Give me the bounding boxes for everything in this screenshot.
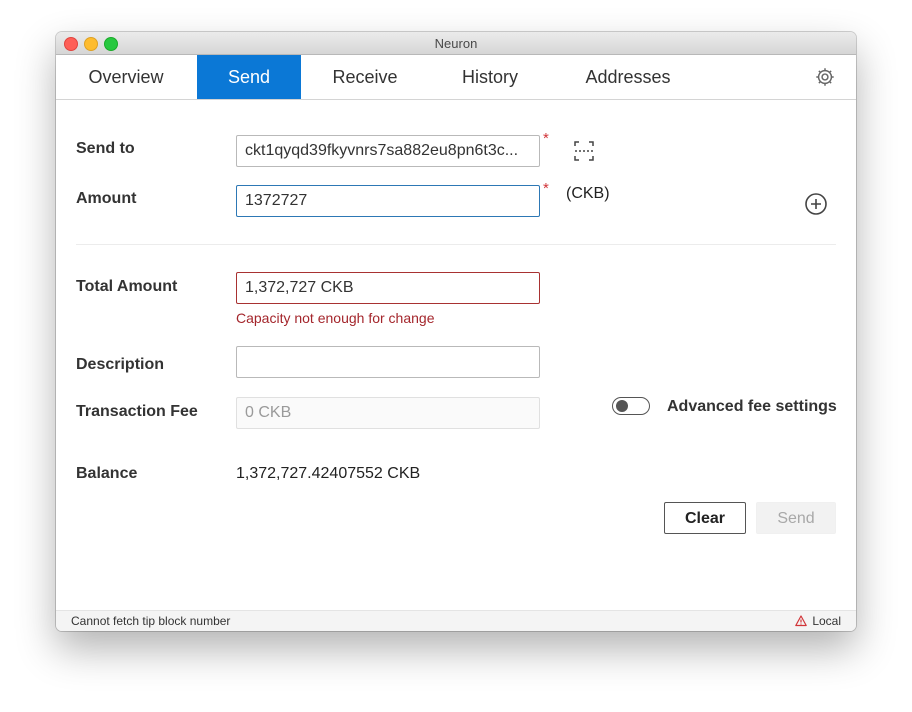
total-amount-label: Total Amount (76, 278, 178, 295)
tab-receive[interactable]: Receive (315, 55, 415, 99)
status-message: Cannot fetch tip block number (71, 614, 231, 628)
tab-overview[interactable]: Overview (69, 55, 183, 99)
total-amount-field: 1,372,727 CKB (236, 272, 540, 304)
total-amount-error: Capacity not enough for change (236, 310, 435, 326)
required-marker: * (543, 130, 549, 147)
app-window: Neuron Overview Send Receive History Add… (56, 32, 856, 631)
advanced-fee-toggle[interactable] (612, 397, 650, 415)
send-to-label: Send to (76, 140, 135, 157)
amount-input[interactable]: 1372727 (236, 185, 540, 217)
description-input[interactable] (236, 346, 540, 378)
gear-icon[interactable] (814, 66, 836, 88)
advanced-fee-label: Advanced fee settings (667, 398, 837, 415)
tab-history[interactable]: History (446, 55, 534, 99)
description-label: Description (76, 356, 165, 373)
tab-addresses[interactable]: Addresses (572, 55, 684, 99)
plus-circle-icon[interactable] (804, 192, 828, 216)
required-marker: * (543, 180, 549, 197)
balance-value: 1,372,727.42407552 CKB (236, 465, 421, 482)
scan-icon[interactable] (572, 139, 596, 163)
network-label: Local (812, 614, 841, 628)
main-navigation: Overview Send Receive History Addresses (56, 55, 856, 100)
warning-icon (795, 615, 808, 627)
status-bar: Cannot fetch tip block number Local (56, 610, 856, 631)
transaction-fee-label: Transaction Fee (76, 403, 198, 420)
send-to-address-input[interactable]: ckt1qyqd39fkyvnrs7sa882eu8pn6t3c... (236, 135, 540, 167)
send-button[interactable]: Send (756, 502, 836, 534)
clear-button[interactable]: Clear (664, 502, 746, 534)
title-bar: Neuron (56, 32, 856, 55)
amount-unit: (CKB) (566, 185, 610, 202)
amount-label: Amount (76, 190, 137, 207)
window-title: Neuron (434, 36, 478, 51)
tab-send[interactable]: Send (197, 55, 301, 99)
section-divider (76, 244, 836, 245)
transaction-fee-field: 0 CKB (236, 397, 540, 429)
toggle-knob (616, 400, 628, 412)
balance-label: Balance (76, 465, 138, 482)
network-status[interactable]: Local (795, 614, 841, 628)
